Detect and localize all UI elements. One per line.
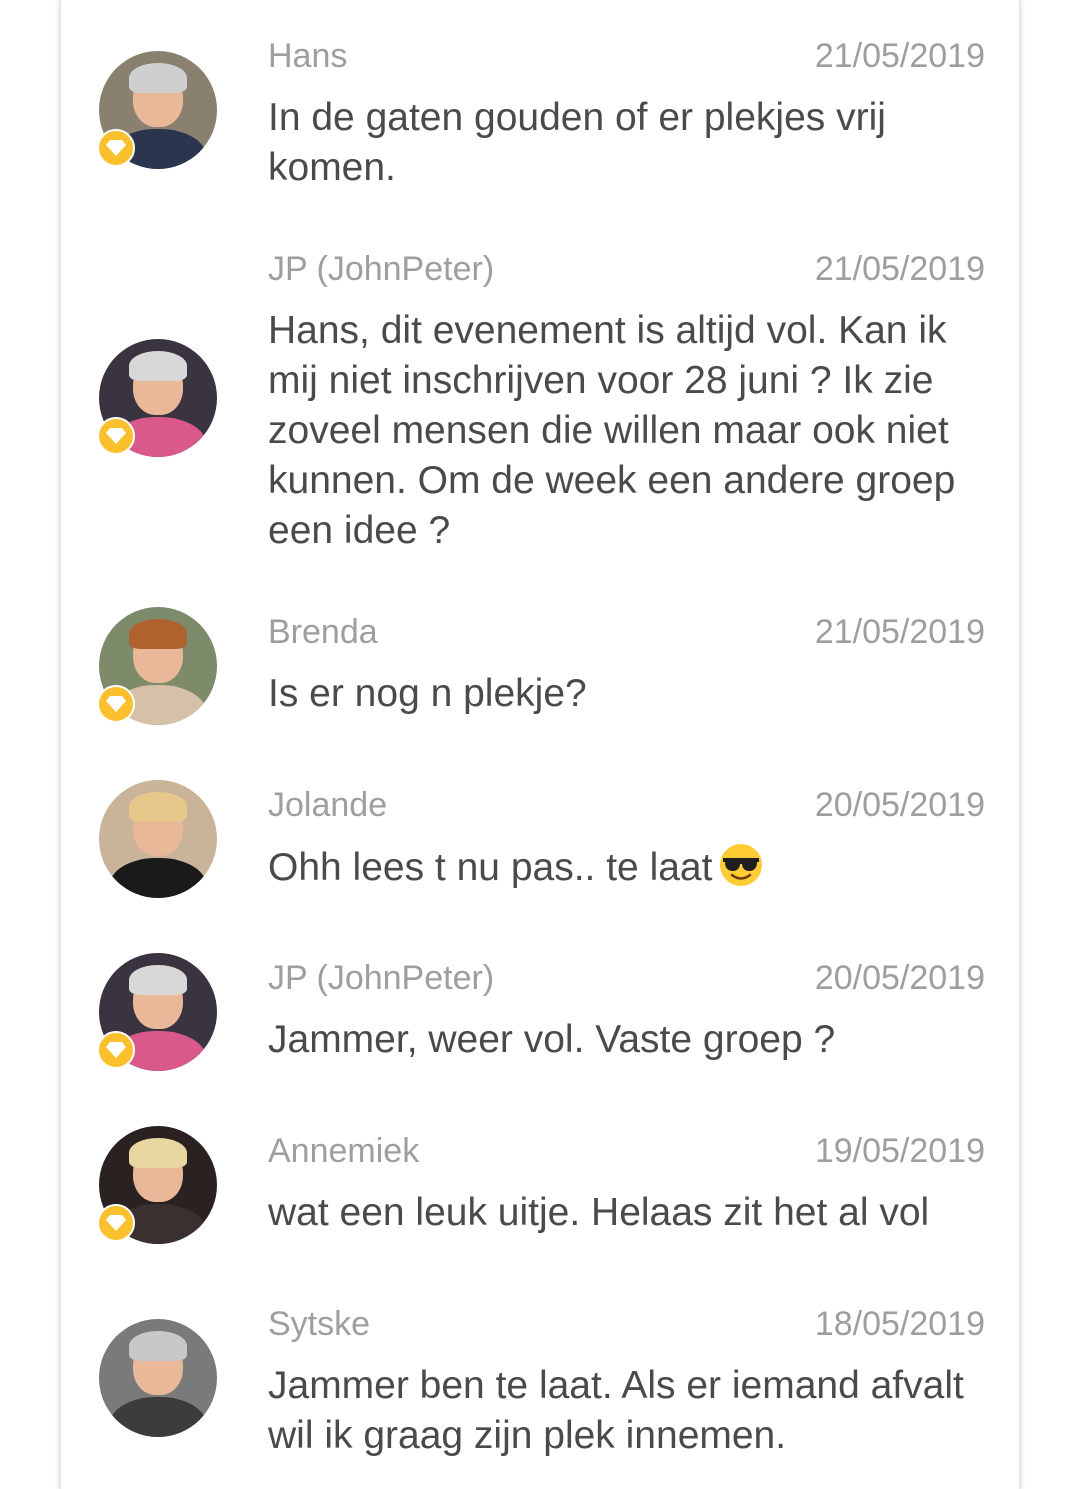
comment-author[interactable]: Annemiek: [268, 1131, 419, 1171]
comment-text: Hans, dit evenement is altijd vol. Kan i…: [268, 309, 956, 552]
comment-date: 20/05/2019: [814, 786, 985, 824]
premium-badge: [97, 685, 135, 723]
comment-date: 21/05/2019: [814, 37, 985, 75]
avatar[interactable]: [99, 1319, 217, 1437]
diamond-icon: [106, 428, 126, 444]
comment-date: 20/05/2019: [814, 959, 985, 997]
comment-text: Is er nog n plekje?: [268, 672, 587, 715]
comment-date: 21/05/2019: [814, 613, 985, 651]
comment-date: 18/05/2019: [814, 1305, 985, 1343]
comment-author[interactable]: JP (JohnPeter): [268, 958, 494, 998]
avatar-photo: [99, 780, 217, 898]
avatar[interactable]: [97, 51, 217, 169]
comments-card: Hans 21/05/2019 In de gaten gouden of er…: [60, 0, 1020, 1489]
comment-author[interactable]: Brenda: [268, 612, 378, 652]
sunglasses-emoji-icon: [720, 844, 763, 886]
comment-text-content: Ohh lees t nu pas.. te laat: [268, 846, 713, 889]
avatar[interactable]: [99, 780, 217, 898]
diamond-icon: [106, 140, 126, 156]
comment-date: 21/05/2019: [814, 250, 985, 288]
comment-text: wat een leuk uitje. Helaas zit het al vo…: [268, 1191, 930, 1234]
premium-badge: [97, 129, 135, 167]
avatar[interactable]: [97, 1126, 217, 1244]
diamond-icon: [106, 696, 126, 712]
avatar-photo: [99, 1319, 217, 1437]
comment-date: 19/05/2019: [814, 1132, 985, 1170]
diamond-icon: [106, 1215, 126, 1231]
premium-badge: [97, 1204, 135, 1242]
comment-text: Jammer, weer vol. Vaste groep ?: [268, 1018, 836, 1061]
avatar[interactable]: [97, 607, 217, 725]
diamond-icon: [106, 1042, 126, 1058]
premium-badge: [97, 1031, 135, 1069]
comment-author[interactable]: Sytske: [268, 1304, 370, 1344]
comment-author[interactable]: Hans: [268, 36, 347, 76]
comment-author[interactable]: JP (JohnPeter): [268, 249, 494, 289]
comment-text: Ohh lees t nu pas.. te laat: [268, 842, 993, 893]
avatar[interactable]: [97, 953, 217, 1071]
comment-text: In de gaten gouden of er plekjes vrij ko…: [268, 96, 886, 189]
premium-badge: [97, 417, 135, 455]
avatar[interactable]: [97, 339, 217, 457]
comment-author[interactable]: Jolande: [268, 785, 387, 825]
comment-text: Jammer ben te laat. Als er iemand afvalt…: [268, 1364, 964, 1457]
